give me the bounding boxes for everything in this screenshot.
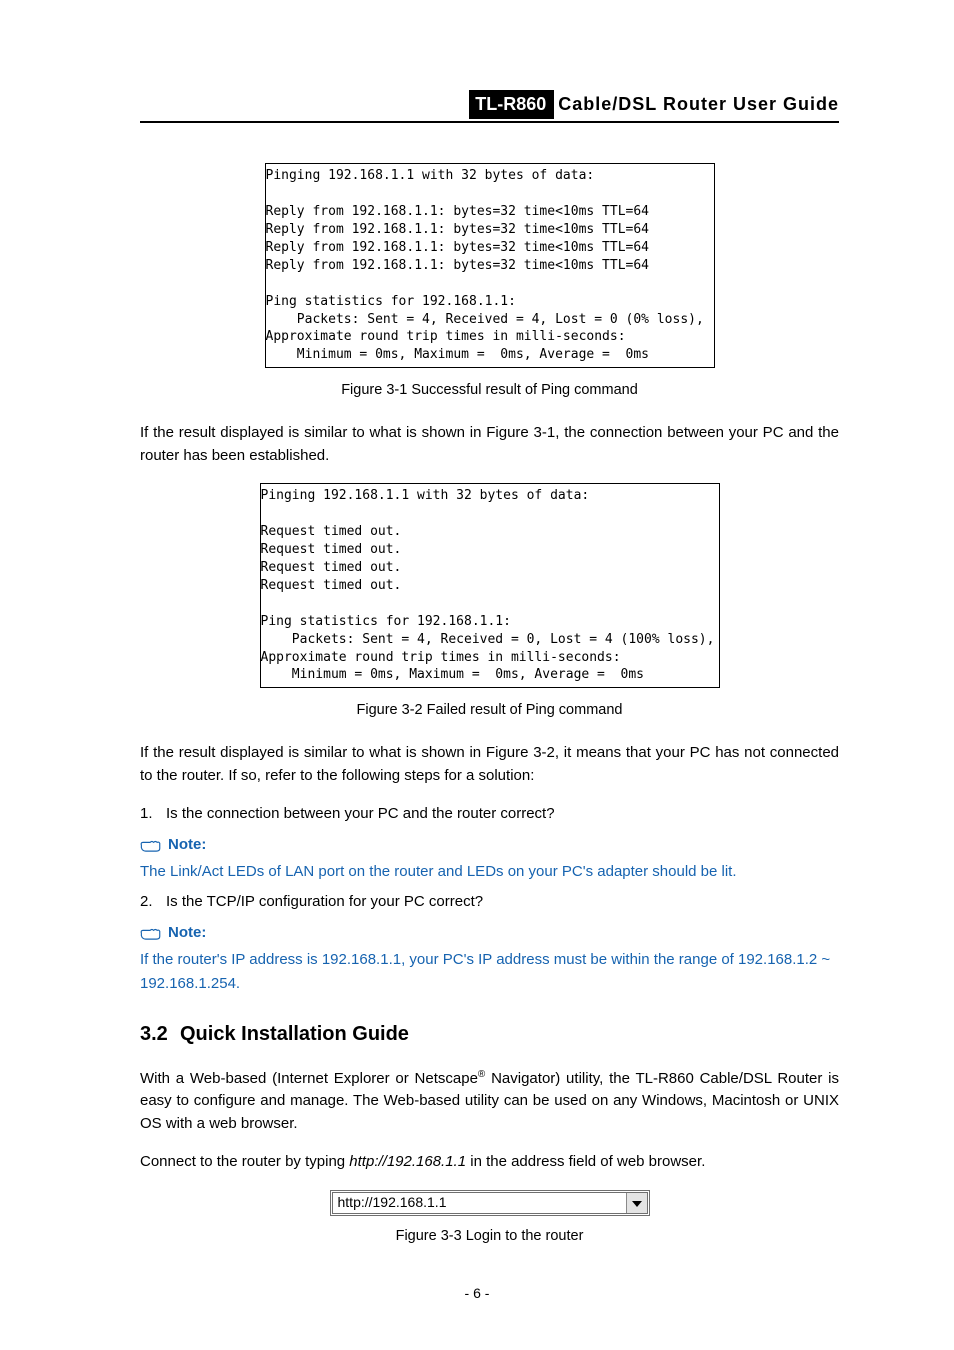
figure-3-2-caption: Figure 3-2 Failed result of Ping command — [140, 700, 839, 722]
step-1: 1.Is the connection between your PC and … — [140, 803, 839, 826]
paragraph-web-utility: With a Web-based (Internet Explorer or N… — [140, 1067, 839, 1136]
note-2-text: If the router's IP address is 192.168.1.… — [140, 948, 839, 995]
step-2-text: Is the TCP/IP configuration for your PC … — [166, 893, 483, 910]
section-title: Quick Installation Guide — [180, 1023, 409, 1045]
ping-success-output: Pinging 192.168.1.1 with 32 bytes of dat… — [265, 163, 715, 368]
page-number: - 6 - — [0, 1283, 954, 1304]
figure-3-1-caption: Figure 3-1 Successful result of Ping com… — [140, 380, 839, 402]
chevron-down-icon — [632, 1192, 642, 1215]
address-input[interactable]: http://192.168.1.1 — [333, 1193, 626, 1213]
paragraph-not-connected: If the result displayed is similar to wh… — [140, 742, 839, 787]
step-1-text: Is the connection between your PC and th… — [166, 805, 555, 822]
note-label: Note: — [168, 834, 206, 857]
note-1-text: The Link/Act LEDs of LAN port on the rou… — [140, 860, 839, 883]
paragraph-connection-established: If the result displayed is similar to wh… — [140, 422, 839, 467]
step-2-number: 2. — [140, 891, 166, 914]
section-3-2-heading: 3.2Quick Installation Guide — [140, 1019, 839, 1049]
header-title: Cable/DSL Router User Guide — [558, 91, 839, 118]
section-number: 3.2 — [140, 1019, 180, 1049]
address-dropdown-button[interactable] — [626, 1193, 647, 1213]
page-header: TL-R860 Cable/DSL Router User Guide — [140, 90, 839, 123]
paragraph-connect-url: Connect to the router by typing http://1… — [140, 1151, 839, 1174]
hand-pointing-icon — [140, 838, 162, 852]
ping-failed-output: Pinging 192.168.1.1 with 32 bytes of dat… — [260, 483, 720, 688]
header-model: TL-R860 — [469, 90, 554, 119]
step-1-number: 1. — [140, 803, 166, 826]
figure-3-3-caption: Figure 3-3 Login to the router — [140, 1226, 839, 1248]
url-italic: http://192.168.1.1 — [349, 1153, 466, 1170]
address-bar[interactable]: http://192.168.1.1 — [330, 1190, 650, 1216]
hand-pointing-icon — [140, 926, 162, 940]
note-label: Note: — [168, 922, 206, 945]
note-header-1: Note: — [140, 834, 839, 857]
step-2: 2.Is the TCP/IP configuration for your P… — [140, 891, 839, 914]
note-header-2: Note: — [140, 922, 839, 945]
